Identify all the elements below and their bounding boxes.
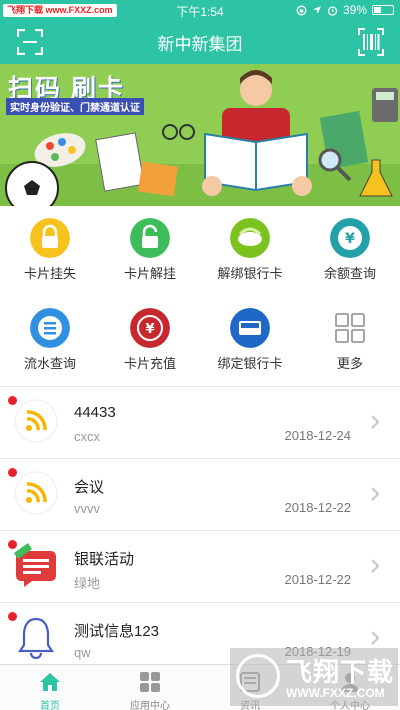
- tab-apps[interactable]: 应用中心: [100, 665, 200, 710]
- item-subtitle: qw: [74, 645, 91, 660]
- item-title: 银联活动: [74, 551, 135, 568]
- recharge-icon: ¥: [130, 308, 170, 348]
- action-label: 解绑银行卡: [217, 266, 283, 281]
- tab-home[interactable]: 首页: [0, 665, 100, 710]
- quick-actions-grid: 卡片挂失 卡片解挂 解绑银行卡 ¥ 余额查询 流水查询 ¥ 卡片充值 绑定银行卡…: [0, 206, 400, 386]
- home-icon: [40, 673, 60, 691]
- action-label: 余额查询: [323, 266, 376, 281]
- item-title: 测试信息123: [74, 623, 160, 640]
- header: 飞翔下载 www.FXXZ.com 下午1:54 39% 新中新集团: [0, 0, 400, 64]
- apps-icon: [140, 672, 160, 692]
- chevron-right-icon: [371, 559, 380, 573]
- status-indicators: 39%: [296, 3, 394, 17]
- action-label: 卡片充值: [123, 356, 176, 371]
- item-date: 2018-12-24: [284, 428, 352, 443]
- promo-banner[interactable]: 扫码 刷卡 实时身份验证、门禁通道认证: [0, 64, 400, 206]
- chevron-right-icon: [371, 631, 380, 645]
- rss-icon: [14, 399, 58, 443]
- message-list: 44433 cxcx 2018-12-24 会议 vvvv 2018-12-22: [0, 386, 400, 664]
- unionpay-icon: [230, 308, 270, 348]
- lock-icon: [30, 218, 70, 258]
- unlock-icon: [130, 218, 170, 258]
- orientation-lock-icon: [296, 5, 307, 15]
- app-root: 飞翔下载 www.FXXZ.com 下午1:54 39% 新中新集团 扫码 刷卡…: [0, 0, 400, 710]
- watermark-text: 飞翔下载: [286, 657, 395, 687]
- grid-icon: [335, 313, 365, 343]
- action-more[interactable]: 更多: [300, 296, 400, 386]
- card-unbind-icon: [230, 218, 270, 258]
- battery-percent: 39%: [342, 3, 367, 17]
- barcode-icon[interactable]: [358, 28, 384, 56]
- status-bar: 飞翔下载 www.FXXZ.com 下午1:54 39%: [0, 0, 400, 20]
- action-label: 绑定银行卡: [217, 356, 283, 371]
- page-title: 新中新集团: [157, 35, 243, 54]
- message-new-icon: [14, 543, 56, 587]
- item-date: 2018-12-22: [284, 572, 352, 587]
- chevron-right-icon: [371, 487, 380, 501]
- banner-subtitle: 实时身份验证、门禁通道认证: [6, 98, 144, 115]
- action-card-unlock[interactable]: 卡片解挂: [100, 206, 200, 296]
- action-label: 流水查询: [23, 356, 76, 371]
- rss-icon: [14, 471, 58, 515]
- list-item[interactable]: 会议 vvvv 2018-12-22: [0, 459, 400, 531]
- yen-icon: ¥: [330, 218, 370, 258]
- action-bind-bank-card[interactable]: 绑定银行卡: [200, 296, 300, 386]
- watermark-url: WWW.FXXZ.COM: [286, 686, 385, 700]
- alarm-icon: [327, 5, 338, 16]
- svg-text:¥: ¥: [145, 322, 154, 337]
- battery-icon: [372, 5, 394, 15]
- bell-icon: [17, 617, 55, 659]
- item-subtitle: vvvv: [74, 501, 100, 516]
- item-subtitle: cxcx: [74, 429, 100, 444]
- action-card-recharge[interactable]: ¥ 卡片充值: [100, 296, 200, 386]
- action-card-report-loss[interactable]: 卡片挂失: [0, 206, 100, 296]
- item-title: 会议: [74, 479, 105, 496]
- action-label: 卡片解挂: [123, 266, 176, 281]
- list-icon: [30, 308, 70, 348]
- nav-bar: 新中新集团: [0, 20, 400, 64]
- tab-label: 应用中心: [130, 701, 170, 710]
- action-balance-query[interactable]: ¥ 余额查询: [300, 206, 400, 296]
- item-title: 44433: [74, 404, 116, 421]
- list-item[interactable]: 银联活动 绿地 2018-12-22: [0, 531, 400, 603]
- list-item[interactable]: 44433 cxcx 2018-12-24: [0, 387, 400, 459]
- watermark: 飞翔下载 WWW.FXXZ.COM: [230, 648, 398, 706]
- action-label: 更多: [336, 356, 363, 371]
- tab-label: 首页: [40, 701, 60, 710]
- svg-text:¥: ¥: [345, 231, 355, 247]
- watermark-logo-icon: [236, 654, 280, 698]
- action-unbind-bank-card[interactable]: 解绑银行卡: [200, 206, 300, 296]
- location-icon: [312, 6, 321, 14]
- action-label: 卡片挂失: [23, 266, 76, 281]
- item-date: 2018-12-22: [284, 500, 352, 515]
- action-transaction-query[interactable]: 流水查询: [0, 296, 100, 386]
- chevron-right-icon: [371, 415, 380, 429]
- item-subtitle: 绿地: [74, 576, 101, 591]
